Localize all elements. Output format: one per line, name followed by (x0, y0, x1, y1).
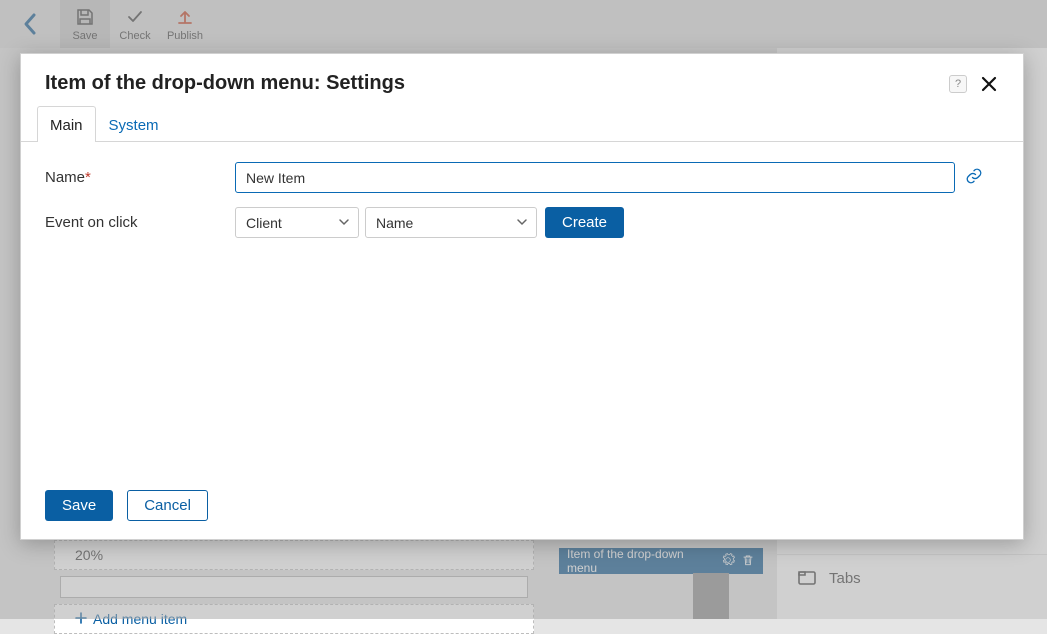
help-icon[interactable]: ? (949, 75, 967, 93)
save-button[interactable]: Save (45, 490, 113, 521)
toolbar-check-label: Check (119, 30, 150, 42)
inner-selector-box[interactable] (60, 576, 528, 598)
toolbar-publish[interactable]: Publish (160, 0, 210, 48)
toolbar-publish-label: Publish (167, 30, 203, 42)
dialog-tabs: Main System (21, 105, 1023, 142)
event-target-value: Name (376, 215, 413, 231)
event-scope-select[interactable]: Client (235, 207, 359, 238)
background-column (693, 573, 729, 619)
check-icon (126, 6, 144, 28)
right-panel-tabs-row[interactable]: Tabs (777, 554, 1047, 602)
create-button[interactable]: Create (545, 207, 624, 238)
toolbar-save-label: Save (72, 30, 97, 42)
selected-element-chip[interactable]: Item of the drop-down menu (559, 548, 763, 574)
chevron-down-icon (338, 215, 350, 231)
back-button[interactable] (0, 12, 60, 36)
trash-icon[interactable] (735, 553, 755, 570)
name-input[interactable] (235, 162, 955, 193)
tab-main[interactable]: Main (37, 106, 96, 142)
add-menu-label: Add menu item (93, 611, 187, 627)
event-target-select[interactable]: Name (365, 207, 537, 238)
cancel-button[interactable]: Cancel (127, 490, 208, 521)
percent-row: 20% (54, 540, 534, 570)
gear-icon[interactable] (715, 553, 735, 570)
toolbar-save[interactable]: Save (60, 0, 110, 48)
publish-icon (176, 6, 194, 28)
event-scope-value: Client (246, 215, 282, 231)
toolbar-check[interactable]: Check (110, 0, 160, 48)
tabs-icon (797, 567, 817, 591)
right-panel-tabs-label: Tabs (829, 570, 861, 587)
event-label: Event on click (45, 214, 235, 231)
link-icon[interactable] (965, 167, 983, 189)
plus-icon (75, 611, 87, 627)
save-icon (76, 6, 94, 28)
tab-system[interactable]: System (96, 106, 172, 142)
background-bottom-block: 20% Add menu item (54, 540, 534, 634)
name-label: Name* (45, 169, 235, 186)
dialog-title: Item of the drop-down menu: Settings (45, 72, 949, 95)
settings-dialog: Item of the drop-down menu: Settings ? M… (20, 53, 1024, 540)
background-toolbar: Save Check Publish (0, 0, 1047, 48)
selected-caption: Item of the drop-down menu (567, 547, 715, 575)
chevron-down-icon (516, 215, 528, 231)
add-menu-item[interactable]: Add menu item (54, 604, 534, 634)
close-icon[interactable] (979, 74, 999, 94)
